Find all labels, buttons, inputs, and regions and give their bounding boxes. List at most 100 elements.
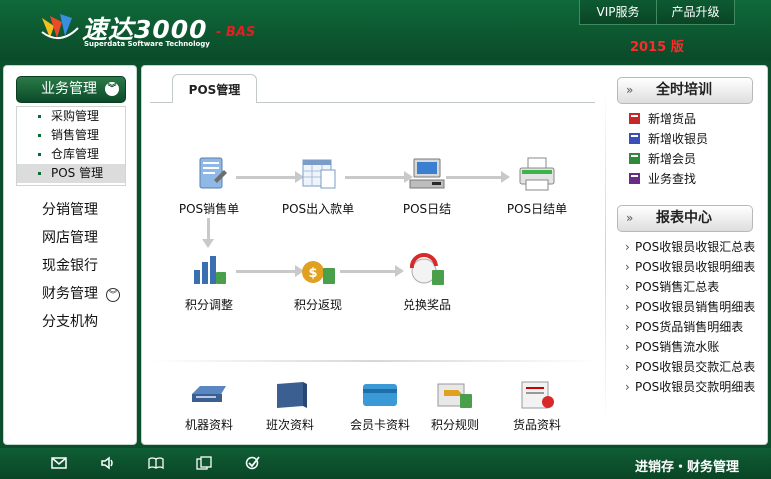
- member-card-icon: [363, 384, 397, 406]
- report-link[interactable]: › POS货品销售明细表: [625, 318, 743, 335]
- chevron-right-icon: ›: [625, 380, 630, 394]
- sidebar-submenu: 采购管理 销售管理 仓库管理 POS 管理: [16, 106, 126, 186]
- gift-exchange-icon: [409, 253, 444, 285]
- double-chevron-right-icon: »: [626, 83, 634, 97]
- report-label: POS销售流水账: [635, 340, 720, 354]
- money-bag-icon: $: [302, 261, 335, 284]
- training-business-search[interactable]: 业务查找: [628, 170, 696, 187]
- bottom-label: 班次资料: [265, 418, 314, 432]
- chevron-right-icon: ›: [625, 360, 630, 374]
- training-new-member[interactable]: 新增会员: [628, 150, 696, 167]
- report-label: POS收银员交款明细表: [635, 380, 756, 394]
- sidebar-item-branch[interactable]: 分支机构: [42, 311, 98, 331]
- speaker-icon[interactable]: [100, 456, 116, 470]
- points-cashback[interactable]: $ 积分返现: [278, 252, 358, 313]
- points-rules[interactable]: 积分规则: [415, 380, 495, 433]
- flow-label: POS日结单: [506, 202, 568, 216]
- flow-label: POS日结: [402, 202, 452, 216]
- report-link[interactable]: › POS收银员销售明细表: [625, 298, 755, 315]
- reports-header[interactable]: » 报表中心: [617, 205, 753, 232]
- training-new-goods[interactable]: 新增货品: [628, 110, 696, 127]
- sidebar-item-cash-bank[interactable]: 现金银行: [42, 255, 98, 275]
- divider: [150, 360, 600, 362]
- pos-daily-close[interactable]: POS日结: [387, 156, 467, 217]
- bottom-label: 积分规则: [430, 418, 479, 432]
- training-header[interactable]: » 全时培训: [617, 77, 753, 104]
- sidebar-item-finance[interactable]: 财务管理 ︾: [42, 283, 120, 303]
- logo-suffix: - BAS: [216, 25, 256, 40]
- flow-label: POS出入款单: [281, 202, 355, 216]
- printer-icon: [519, 157, 555, 191]
- pos-cash-in-out[interactable]: POS出入款单: [278, 156, 358, 217]
- book-icon: [629, 173, 640, 184]
- check-circle-icon[interactable]: [245, 456, 261, 470]
- chevron-right-icon: ›: [625, 280, 630, 294]
- bottom-label: 机器资料: [184, 418, 233, 432]
- chevron-double-down-icon[interactable]: ︾: [105, 82, 119, 96]
- sidebar-item-distribution[interactable]: 分销管理: [42, 199, 98, 219]
- sidebar-group-business[interactable]: 业务管理 ︾: [16, 76, 126, 103]
- vip-service-link[interactable]: VIP服务: [579, 0, 657, 25]
- report-label: POS货品销售明细表: [635, 320, 744, 334]
- sidebar-sub-purchase[interactable]: 采购管理: [17, 107, 125, 126]
- pos-daily-close-order[interactable]: POS日结单: [497, 156, 577, 217]
- mail-icon[interactable]: [51, 456, 67, 470]
- book-icon: [629, 113, 640, 124]
- points-adjust[interactable]: 积分调整: [169, 252, 249, 313]
- chevron-right-icon: ›: [625, 320, 630, 334]
- flow-label: 积分返现: [293, 298, 342, 312]
- sidebar-sub-sales[interactable]: 销售管理: [17, 126, 125, 145]
- tab-pos[interactable]: POS管理: [172, 74, 257, 103]
- goods-data[interactable]: 货品资料: [497, 380, 577, 433]
- bottom-label: 货品资料: [512, 418, 561, 432]
- top-links: VIP服务 产品升级: [579, 0, 735, 25]
- version-year: 2015 版: [630, 40, 684, 55]
- documents-icon[interactable]: [196, 456, 212, 470]
- report-link[interactable]: › POS收银员收银汇总表: [625, 238, 755, 255]
- report-label: POS收银员收银汇总表: [635, 240, 756, 254]
- machine-data[interactable]: 机器资料: [169, 380, 249, 433]
- flow-label: POS销售单: [178, 202, 240, 216]
- sidebar-sub-pos[interactable]: POS 管理: [17, 164, 125, 183]
- book-icon: [629, 153, 640, 164]
- logo-subtitle: Superdata Software Technology: [84, 40, 210, 48]
- logo: 速达3000 - BAS Superdata Software Technolo…: [40, 10, 270, 52]
- flow-label: 兑换奖品: [402, 298, 451, 312]
- sidebar-item-webshop[interactable]: 网店管理: [42, 227, 98, 247]
- double-chevron-right-icon: »: [626, 211, 634, 225]
- app-footer: 进销存・财务管理: [0, 448, 771, 479]
- training-new-cashier[interactable]: 新增收银员: [628, 130, 708, 147]
- training-item-label: 新增货品: [648, 112, 697, 126]
- redeem-prize[interactable]: 兑换奖品: [387, 252, 467, 313]
- sidebar-sub-warehouse[interactable]: 仓库管理: [17, 145, 125, 164]
- goods-document-icon: [521, 381, 554, 409]
- member-card-data[interactable]: 会员卡资料: [340, 380, 420, 433]
- spreadsheet-icon: [302, 159, 336, 189]
- product-upgrade-link[interactable]: 产品升级: [657, 0, 735, 25]
- sales-form-icon: [199, 157, 227, 189]
- divider: [605, 85, 606, 425]
- sidebar-group-label: 业务管理: [41, 81, 97, 97]
- svg-text:$: $: [308, 266, 317, 281]
- chevron-right-icon: ›: [625, 240, 630, 254]
- bottom-label: 会员卡资料: [349, 418, 410, 432]
- book-icon: [629, 133, 640, 144]
- chevron-right-icon: ›: [625, 260, 630, 274]
- open-book-icon[interactable]: [148, 456, 164, 470]
- report-link[interactable]: › POS销售流水账: [625, 338, 719, 355]
- report-label: POS收银员交款汇总表: [635, 360, 756, 374]
- flow-arrow-down: [202, 218, 214, 248]
- report-link[interactable]: › POS收银员交款汇总表: [625, 358, 755, 375]
- report-link[interactable]: › POS销售汇总表: [625, 278, 719, 295]
- training-title: 全时培训: [656, 82, 712, 98]
- app-header: 速达3000 - BAS Superdata Software Technolo…: [0, 0, 771, 60]
- report-link[interactable]: › POS收银员交款明细表: [625, 378, 755, 395]
- sidebar: 业务管理 ︾ 采购管理 销售管理 仓库管理 POS 管理 分销管理 网店管理 现…: [3, 65, 137, 445]
- training-item-label: 新增收银员: [648, 132, 709, 146]
- report-link[interactable]: › POS收银员收银明细表: [625, 258, 755, 275]
- bar-chart-icon: [194, 256, 226, 284]
- chevron-double-down-icon[interactable]: ︾: [106, 288, 120, 302]
- chevron-right-icon: ›: [625, 340, 630, 354]
- shift-data[interactable]: 班次资料: [250, 380, 330, 433]
- pos-sales-order[interactable]: POS销售单: [169, 156, 249, 217]
